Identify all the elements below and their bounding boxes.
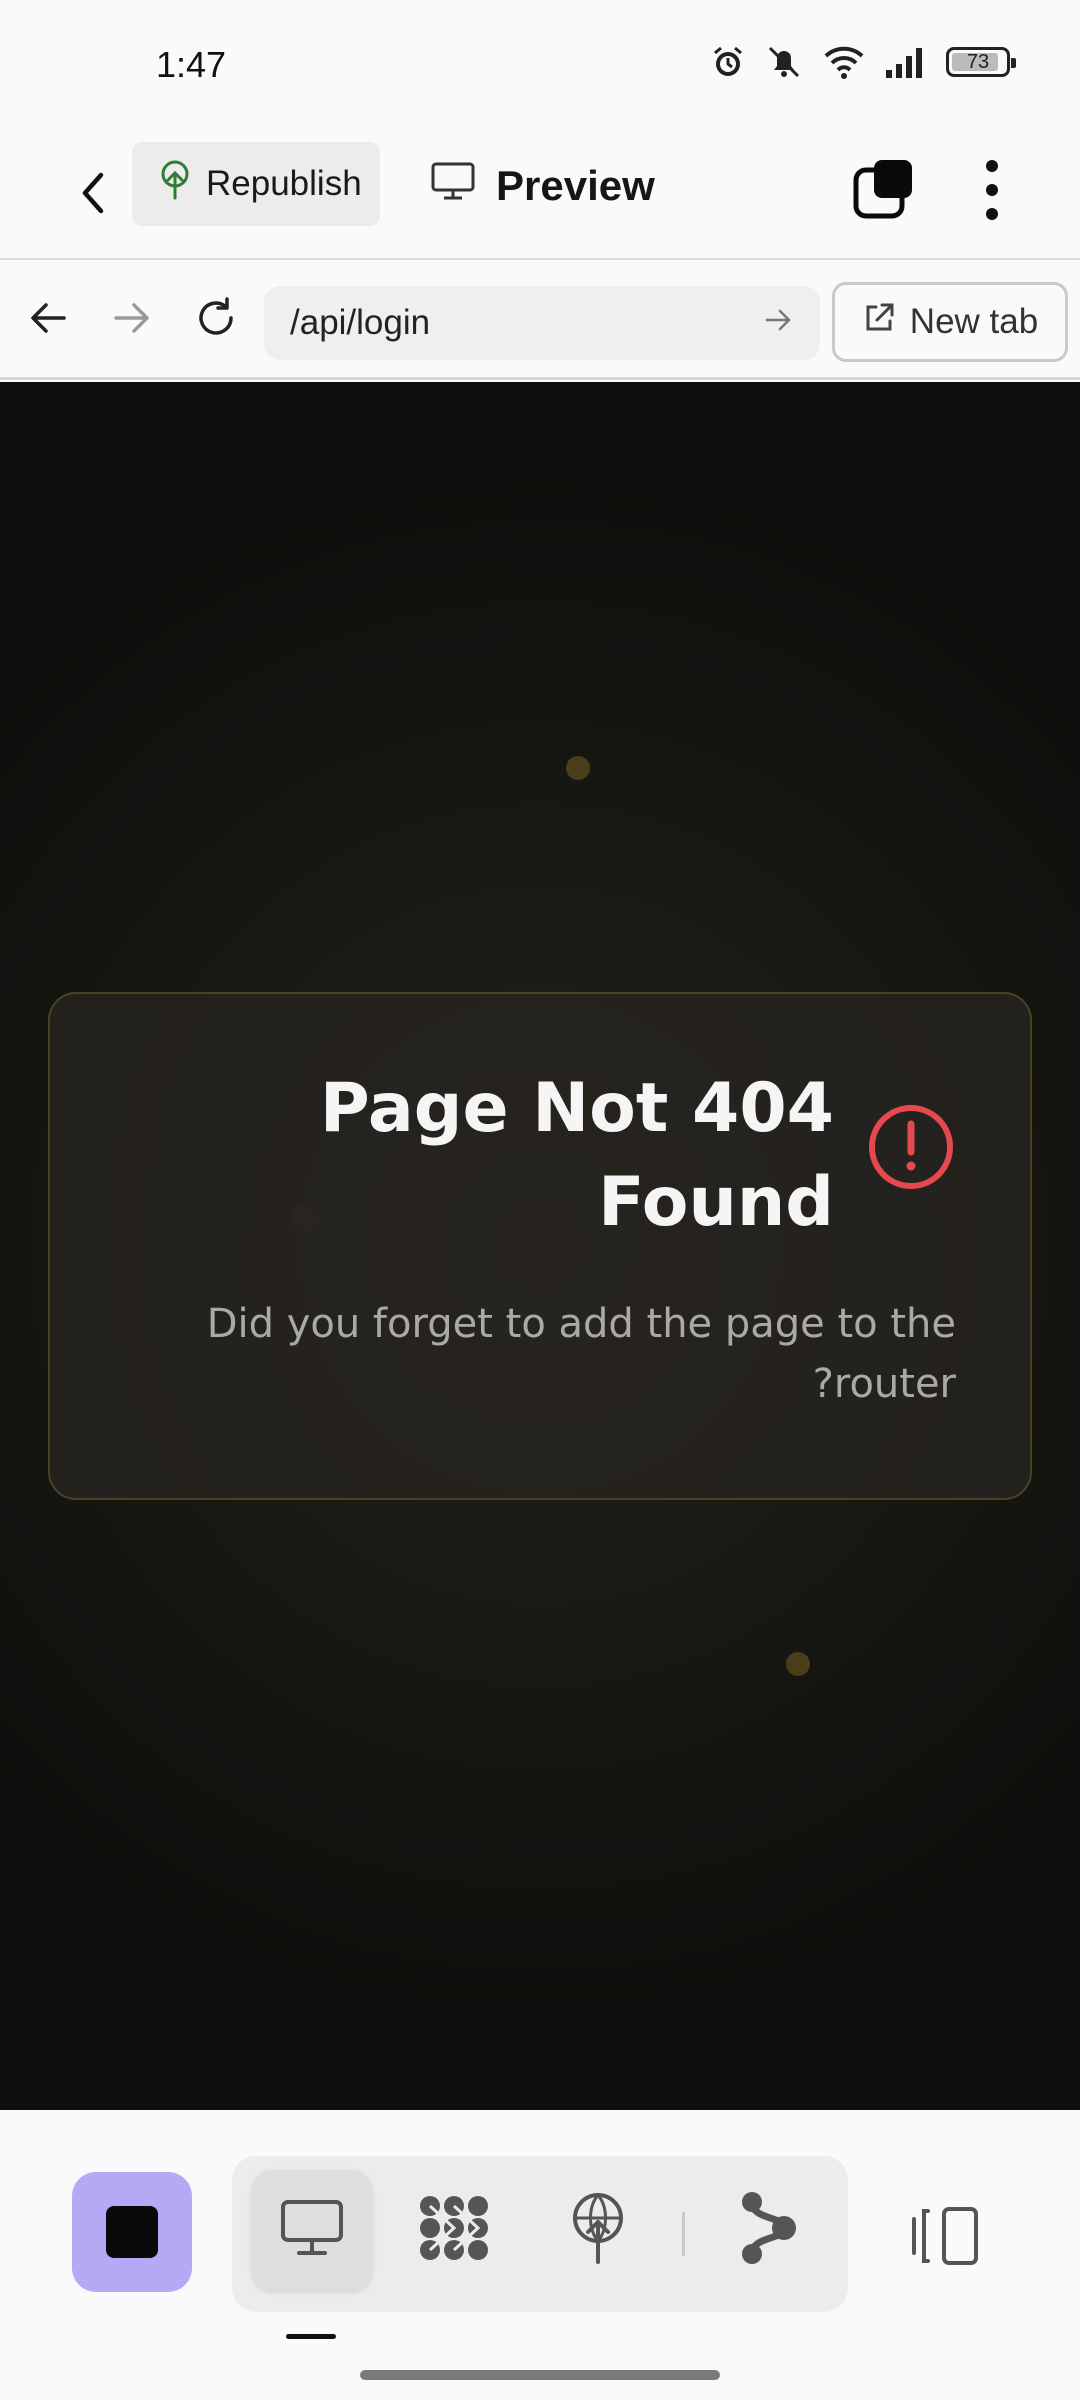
browser-bar: /api/login New tab [0,262,1080,380]
chevron-left-icon [73,169,113,222]
mute-icon [764,44,804,80]
deploy-button[interactable] [538,2170,658,2290]
preview-button[interactable]: Preview [430,146,655,226]
alarm-icon [710,44,746,80]
back-button[interactable] [58,160,128,230]
battery-level: 73 [966,50,990,73]
error-card: Page Not 404 Found Did you forget to add… [48,992,1032,1500]
battery-indicator: 73 [946,47,1016,77]
browser-forward-button[interactable] [100,288,164,352]
more-options-button[interactable] [964,152,1020,228]
vertical-dots-icon [986,160,998,172]
active-view-indicator [286,2334,336,2339]
reload-button[interactable] [184,288,248,352]
wifi-icon [822,44,866,80]
status-time: 1:47 [156,44,227,85]
decorative-dot [566,756,590,780]
arrow-right-icon [112,300,152,341]
monitor-icon [279,2198,345,2263]
error-message: Did you forget to add the page to the ?r… [206,1301,956,1407]
home-indicator[interactable] [360,2370,720,2380]
url-text: /api/login [290,303,431,342]
device-frame-button[interactable] [900,2198,990,2278]
preview-label: Preview [496,162,655,209]
arrow-left-icon [28,300,68,341]
new-tab-button[interactable]: New tab [832,282,1068,362]
nodes-icon [416,2192,492,2269]
url-input[interactable]: /api/login [264,286,820,360]
reload-icon [193,295,239,346]
status-icons: 73 [710,44,1016,80]
panels-button[interactable] [852,156,916,220]
branch-button[interactable] [708,2170,828,2290]
workflow-button[interactable] [394,2170,514,2290]
desktop-view-button[interactable] [252,2170,372,2290]
error-title: Page Not 404 Found [319,1069,834,1242]
decorative-dot [786,1652,810,1676]
republish-label: Republish [206,164,362,203]
monitor-icon [430,161,476,211]
republish-button[interactable]: Republish [132,142,380,226]
tree-upload-icon [568,2192,628,2269]
stacked-squares-icon [852,160,916,224]
group-divider [682,2212,685,2256]
web-preview-area: Page Not 404 Found Did you forget to add… [0,382,1080,2110]
new-tab-label: New tab [909,302,1039,341]
app-toolbar: Republish Preview [0,130,1080,260]
tree-upload-icon [158,160,192,209]
branch-icon [738,2190,798,2271]
stop-icon [106,2206,158,2258]
signal-icon [884,44,928,80]
status-bar: 1:47 73 [0,0,1080,130]
view-switcher [232,2156,848,2312]
bottom-dock [0,2110,1080,2400]
external-link-icon [862,301,896,344]
alert-circle-icon [866,1102,956,1192]
stop-button[interactable] [72,2172,192,2292]
device-frame-icon [908,2205,982,2272]
browser-back-button[interactable] [16,288,80,352]
go-arrow-icon[interactable] [764,303,794,343]
